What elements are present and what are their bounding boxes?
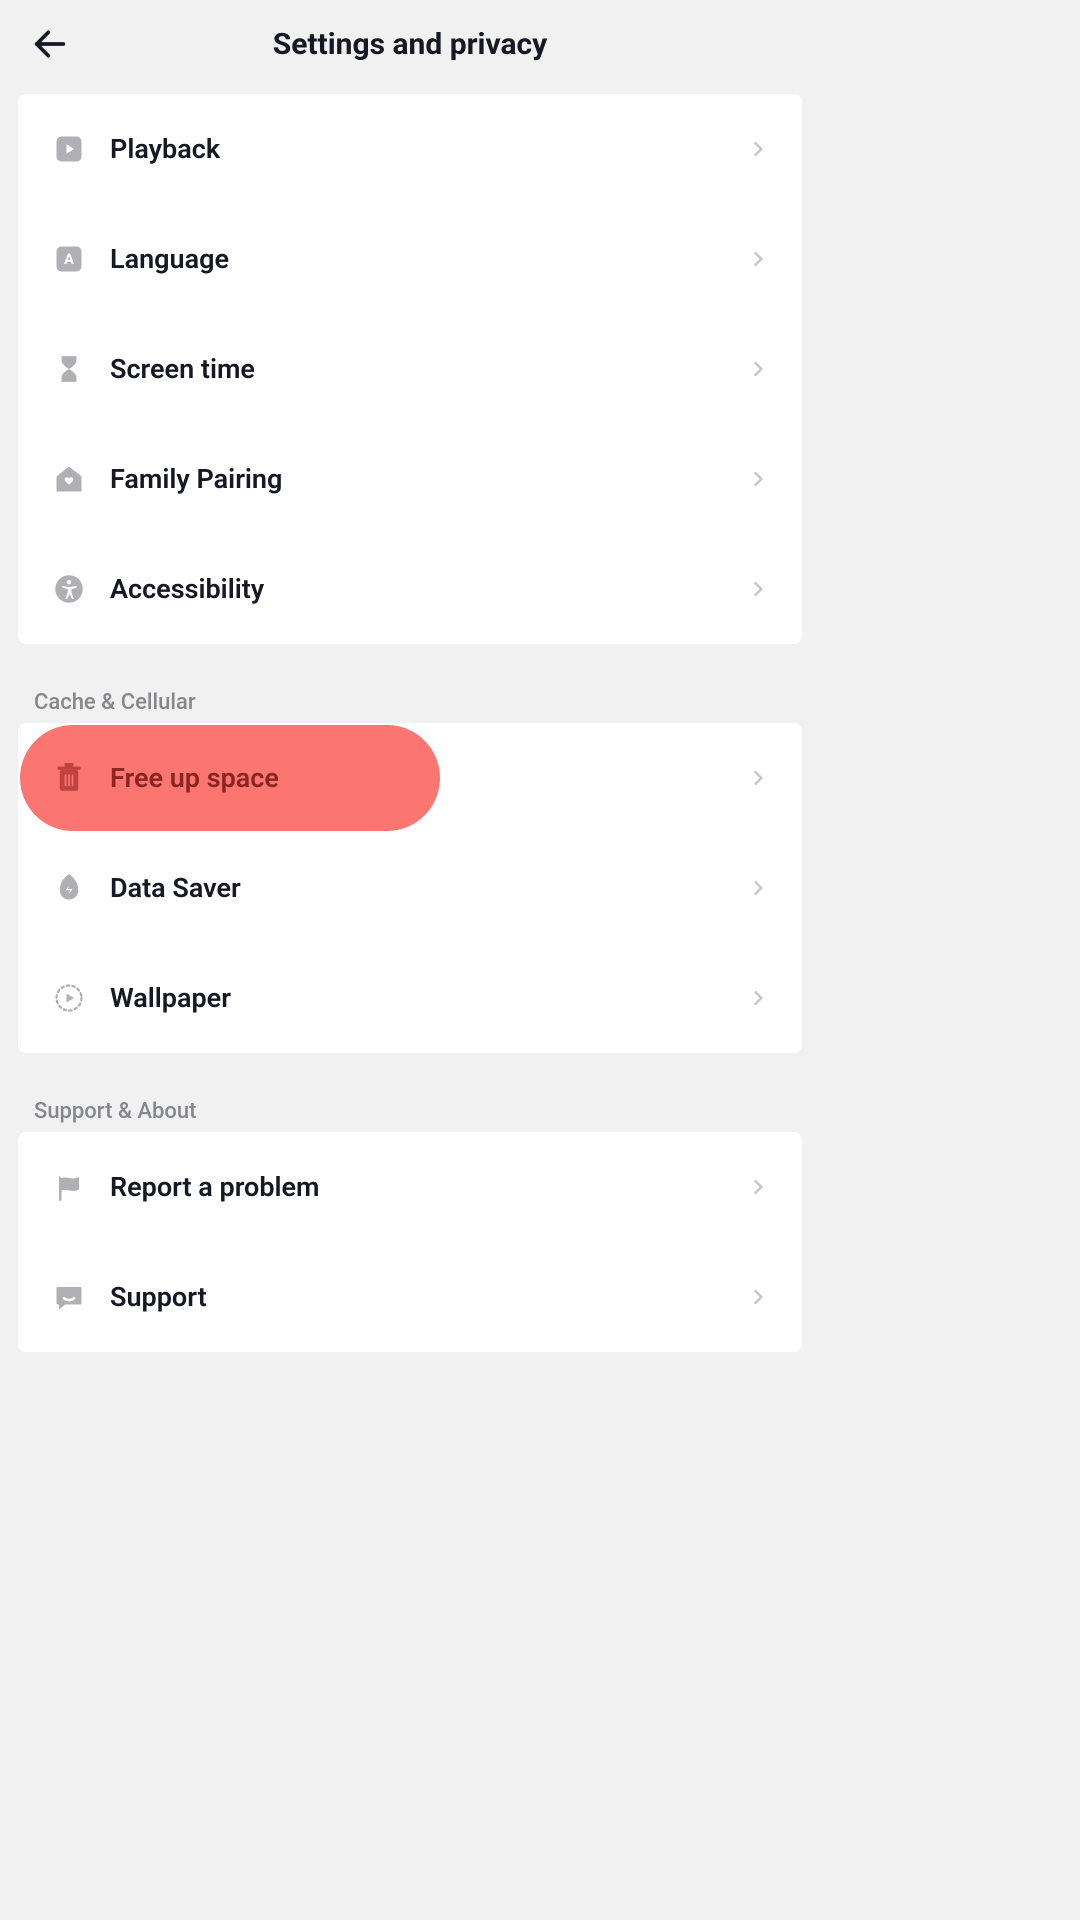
settings-item-playback[interactable]: Playback: [18, 94, 802, 204]
svg-text:A: A: [64, 250, 75, 268]
chat-icon: [52, 1280, 86, 1314]
settings-item-report-problem[interactable]: Report a problem: [18, 1132, 802, 1242]
chevron-right-icon: [748, 988, 768, 1008]
settings-item-label: Screen time: [110, 353, 748, 385]
settings-item-language[interactable]: A Language: [18, 204, 802, 314]
settings-item-label: Playback: [110, 133, 748, 165]
header: Settings and privacy: [0, 0, 820, 94]
chevron-right-icon: [748, 878, 768, 898]
hourglass-icon: [52, 352, 86, 386]
chevron-right-icon: [748, 579, 768, 599]
settings-item-label: Wallpaper: [110, 982, 748, 1014]
settings-item-family-pairing[interactable]: Family Pairing: [18, 424, 802, 534]
chevron-right-icon: [748, 249, 768, 269]
settings-item-label: Language: [110, 243, 748, 275]
language-icon: A: [52, 242, 86, 276]
chevron-right-icon: [748, 469, 768, 489]
settings-item-label: Data Saver: [110, 872, 748, 904]
settings-item-label: Family Pairing: [110, 463, 748, 495]
home-heart-icon: [52, 462, 86, 496]
settings-item-label: Support: [110, 1281, 748, 1313]
chevron-right-icon: [748, 359, 768, 379]
settings-item-label: Free up space: [110, 762, 748, 794]
settings-item-screen-time[interactable]: Screen time: [18, 314, 802, 424]
back-button[interactable]: [30, 24, 70, 64]
settings-item-support[interactable]: Support: [18, 1242, 802, 1352]
section-support: Report a problem Support: [18, 1132, 802, 1352]
settings-item-accessibility[interactable]: Accessibility: [18, 534, 802, 644]
chevron-right-icon: [748, 1287, 768, 1307]
section-general: Playback A Language Screen time Family P…: [18, 94, 802, 644]
settings-item-wallpaper[interactable]: Wallpaper: [18, 943, 802, 1053]
arrow-left-icon: [30, 24, 70, 64]
wallpaper-icon: [52, 981, 86, 1015]
section-header-support: Support & About: [0, 1073, 820, 1132]
settings-item-free-up-space[interactable]: Free up space: [18, 723, 802, 833]
trash-icon: [52, 761, 86, 795]
settings-item-data-saver[interactable]: Data Saver: [18, 833, 802, 943]
chevron-right-icon: [748, 1177, 768, 1197]
settings-item-label: Accessibility: [110, 573, 748, 605]
playback-icon: [52, 132, 86, 166]
section-cache: Free up space Data Saver Wallpaper: [18, 723, 802, 1053]
accessibility-icon: [52, 572, 86, 606]
page-title: Settings and privacy: [70, 27, 750, 62]
chevron-right-icon: [748, 139, 768, 159]
section-header-cache: Cache & Cellular: [0, 664, 820, 723]
chevron-right-icon: [748, 768, 768, 788]
flag-icon: [52, 1170, 86, 1204]
data-saver-icon: [52, 871, 86, 905]
settings-item-label: Report a problem: [110, 1171, 748, 1203]
